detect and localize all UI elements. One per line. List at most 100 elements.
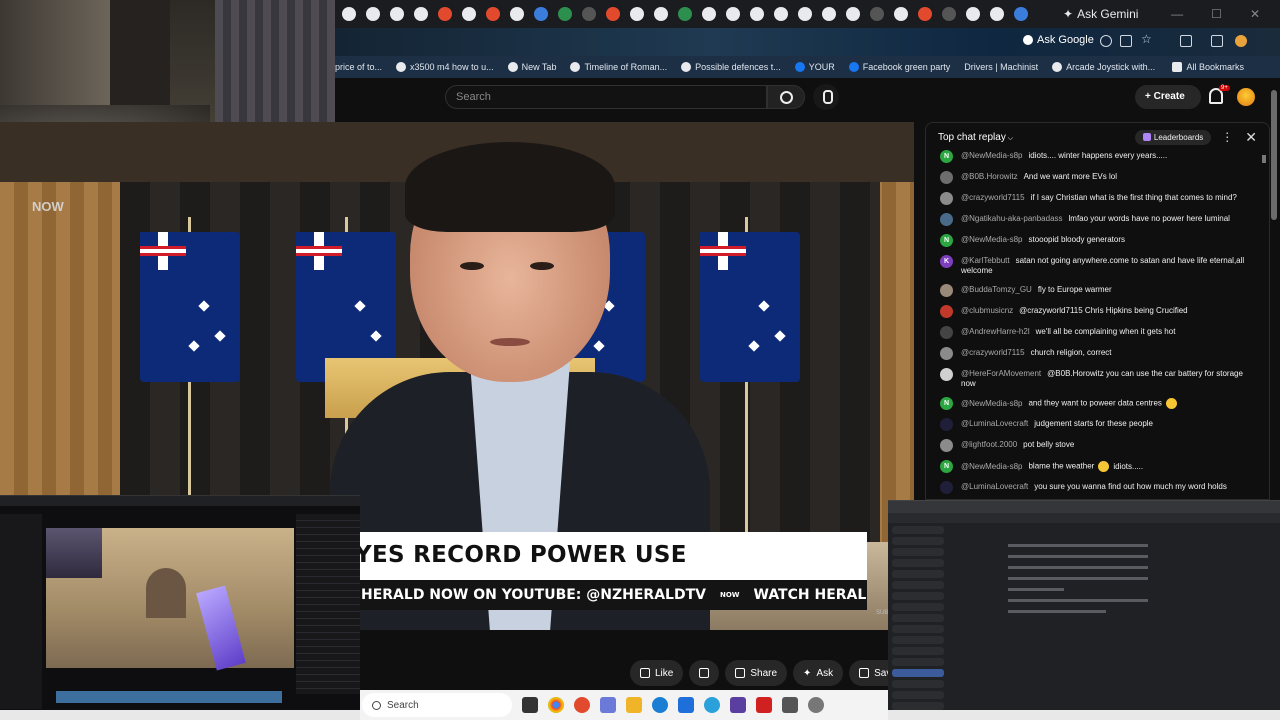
avatar[interactable] [1237, 88, 1255, 106]
task-view-icon[interactable] [522, 697, 538, 713]
edge-icon[interactable] [652, 697, 668, 713]
ask-gemini-button[interactable]: ✦ Ask Gemini [1063, 7, 1138, 21]
ghost-tab-icon[interactable] [582, 7, 596, 21]
minimize-icon[interactable]: — [1171, 7, 1183, 21]
chrome-tab-icon[interactable] [366, 7, 380, 21]
avatar[interactable]: N [940, 397, 953, 410]
avatar[interactable] [940, 284, 953, 297]
app-icon[interactable] [600, 697, 616, 713]
avatar[interactable] [940, 326, 953, 339]
avatar[interactable]: K [940, 255, 953, 268]
chrome-tab-icon[interactable] [966, 7, 980, 21]
nz-tab-icon[interactable] [414, 7, 428, 21]
bookmark-item[interactable]: x3500 m4 how to u... [396, 62, 494, 72]
reddit-tab-icon[interactable] [606, 7, 620, 21]
reading-list-icon[interactable] [1211, 35, 1223, 47]
chrome-tab-icon[interactable] [702, 7, 716, 21]
bookmark-item[interactable]: Arcade Joystick with... [1052, 62, 1155, 72]
page-scrollbar[interactable] [1271, 90, 1277, 220]
outlook-icon[interactable] [678, 697, 694, 713]
chat-author[interactable]: @NewMedia-s8p [961, 462, 1022, 471]
chat-author[interactable]: @crazyworld7115 [961, 348, 1025, 357]
taskbar-search[interactable]: Search [362, 693, 512, 717]
avatar[interactable] [940, 368, 953, 381]
avatar[interactable] [940, 305, 953, 318]
avatar[interactable]: N [940, 234, 953, 247]
bookmark-item[interactable]: Possible defences t... [681, 62, 781, 72]
close-icon[interactable]: ✕ [1245, 129, 1257, 146]
dark-tab-icon[interactable] [942, 7, 956, 21]
all-bookmarks-button[interactable]: All Bookmarks [1172, 62, 1244, 72]
window-controls[interactable]: — ☐ ✕ [1171, 7, 1280, 21]
settings-icon[interactable] [808, 697, 824, 713]
chat-scrollbar[interactable] [1262, 155, 1266, 163]
ghost-tab-icon[interactable] [870, 7, 884, 21]
like-button[interactable]: Like [630, 660, 684, 686]
chrome-tab-icon[interactable] [774, 7, 788, 21]
chat-mode-dropdown[interactable]: Top chat replay [938, 132, 1013, 143]
pen-tab-icon[interactable] [726, 7, 740, 21]
chat-author[interactable]: @AndrewHarre-h2l [961, 327, 1030, 336]
app-icon[interactable] [730, 697, 746, 713]
chrome-tab-icon[interactable] [342, 7, 356, 21]
chat-author[interactable]: @BuddaTomzy_GU [961, 285, 1032, 294]
avatar[interactable] [940, 213, 953, 226]
chat-author[interactable]: @LuminaLovecraft [961, 482, 1028, 491]
chat-author[interactable]: @NewMedia-s8p [961, 151, 1022, 160]
chrome-tab-icon[interactable] [630, 7, 644, 21]
more-options-icon[interactable]: ⋮ [1221, 130, 1233, 144]
chrome-tab-icon[interactable] [390, 7, 404, 21]
profile-avatar[interactable] [1235, 35, 1247, 47]
avatar[interactable]: N [940, 150, 953, 163]
bookmark-item[interactable]: price of to... [335, 62, 382, 72]
chrome-tab-icon[interactable] [846, 7, 860, 21]
bookmark-item[interactable]: Timeline of Roman... [570, 62, 667, 72]
ask-button[interactable]: ✦ Ask [793, 660, 844, 686]
bookmark-item[interactable]: Facebook green party [848, 62, 950, 72]
chat-author[interactable]: @crazyworld7115 [961, 193, 1025, 202]
chrome-tab-icon[interactable] [990, 7, 1004, 21]
chat-author[interactable]: @B0B.Horowitz [961, 172, 1018, 181]
settings-tab-icon[interactable] [1014, 7, 1028, 21]
chrome-tab-icon[interactable] [822, 7, 836, 21]
maximize-icon[interactable]: ☐ [1211, 7, 1222, 21]
chat-author[interactable]: @NewMedia-s8p [961, 399, 1022, 408]
chrome-tab-icon[interactable] [654, 7, 668, 21]
reddit-tab-icon[interactable] [918, 7, 932, 21]
nasa-tab-icon[interactable] [534, 7, 548, 21]
chat-author[interactable]: @LuminaLovecraft [961, 419, 1028, 428]
perplexity-tab-icon[interactable] [558, 7, 572, 21]
chat-author[interactable]: @KarlTebbutt [961, 256, 1010, 265]
search-input[interactable]: Search [445, 85, 767, 109]
star-icon[interactable]: ☆ [1141, 32, 1153, 46]
bookmark-item[interactable]: New Tab [507, 62, 556, 72]
youtube-tab-icon[interactable] [438, 7, 452, 21]
create-button[interactable]: + Create [1135, 85, 1201, 109]
avatar[interactable] [940, 481, 953, 494]
bookmark-item[interactable]: YOUR [794, 62, 835, 72]
close-window-icon[interactable]: ✕ [1250, 7, 1260, 21]
search-button[interactable] [767, 85, 805, 109]
search-icon[interactable] [1100, 35, 1112, 47]
avatar[interactable] [940, 192, 953, 205]
chat-author[interactable]: @Ngatikahu-aka-panbadass [961, 214, 1063, 223]
pinterest-tab-icon[interactable] [486, 7, 500, 21]
extensions-icon[interactable] [1180, 35, 1192, 47]
avatar[interactable] [940, 347, 953, 360]
chat-author[interactable]: @lightfoot.2000 [961, 440, 1017, 449]
telegram-icon[interactable] [704, 697, 720, 713]
acrobat-icon[interactable] [756, 697, 772, 713]
check-tab-icon[interactable] [798, 7, 812, 21]
photos-icon[interactable] [782, 697, 798, 713]
avatar[interactable] [940, 418, 953, 431]
app-icon[interactable] [574, 697, 590, 713]
chrome-icon[interactable] [548, 697, 564, 713]
mic-icon[interactable] [813, 84, 839, 110]
dislike-button[interactable] [689, 660, 720, 686]
ask-google-button[interactable]: Ask Google [1023, 34, 1094, 46]
leaderboards-button[interactable]: Leaderboards [1134, 129, 1212, 145]
share-button[interactable]: Share [725, 660, 788, 686]
avatar[interactable]: N [940, 460, 953, 473]
chat-author[interactable]: @clubmusicnz [961, 306, 1013, 315]
chrome-tab-icon[interactable] [510, 7, 524, 21]
